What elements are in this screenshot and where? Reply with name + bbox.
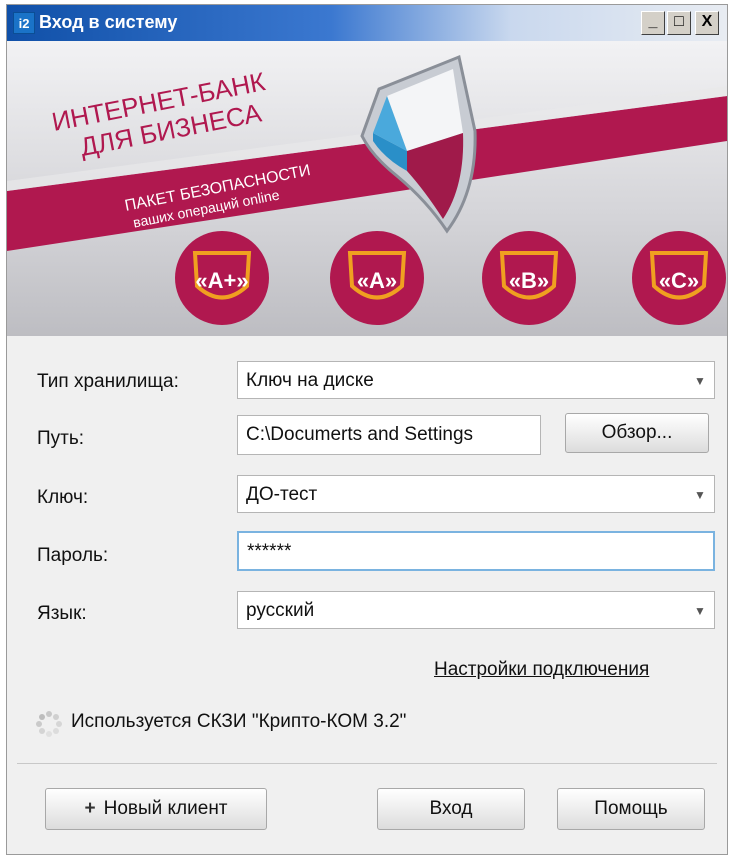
browse-button[interactable]: Обзор... bbox=[565, 413, 709, 453]
window-title: Вход в систему bbox=[39, 12, 178, 32]
badge-label: «A» bbox=[357, 268, 397, 293]
storage-type-select[interactable]: Ключ на диске ▼ bbox=[237, 361, 715, 399]
path-input[interactable]: C:\Documerts and Settings bbox=[237, 415, 541, 455]
security-badge-c: «C» bbox=[632, 231, 726, 325]
divider bbox=[17, 763, 717, 764]
password-label: Пароль: bbox=[37, 545, 109, 566]
close-button[interactable]: X bbox=[695, 11, 719, 35]
language-select[interactable]: русский ▼ bbox=[237, 591, 715, 629]
storage-type-label: Тип хранилища: bbox=[37, 371, 179, 392]
promo-banner: ИНТЕРНЕТ-БАНК ДЛЯ БИЗНЕСА ПАКЕТ БЕЗОПАСН… bbox=[7, 41, 727, 336]
title-bar[interactable]: i2 Вход в систему _ □ X bbox=[7, 5, 727, 41]
badge-label: «B» bbox=[509, 268, 549, 293]
help-button[interactable]: Помощь bbox=[557, 788, 705, 830]
badge-label: «C» bbox=[659, 268, 699, 293]
banner-artwork: ИНТЕРНЕТ-БАНК ДЛЯ БИЗНЕСА ПАКЕТ БЕЗОПАСН… bbox=[7, 54, 727, 325]
language-label: Язык: bbox=[37, 603, 87, 624]
password-value: ****** bbox=[247, 541, 292, 562]
path-value: C:\Documerts and Settings bbox=[246, 424, 474, 445]
security-badge-a: «A» bbox=[330, 231, 424, 325]
connection-settings-link[interactable]: Настройки подключения bbox=[434, 659, 649, 681]
crypto-status-text: Используется СКЗИ "Крипто-КОМ 3.2" bbox=[71, 711, 407, 732]
storage-type-value: Ключ на диске bbox=[246, 370, 374, 391]
key-value: ДО-тест bbox=[246, 484, 318, 505]
login-button[interactable]: Вход bbox=[377, 788, 525, 830]
shield-icon bbox=[360, 54, 477, 234]
minimize-button[interactable]: _ bbox=[641, 11, 665, 35]
security-badge-b: «B» bbox=[482, 231, 576, 325]
login-window: i2 Вход в систему _ □ X ИНТЕРНЕТ-БАНК ДЛ… bbox=[6, 4, 728, 855]
new-client-button[interactable]: + Новый клиент bbox=[45, 788, 267, 830]
security-badge-a-plus: «A+» bbox=[175, 231, 269, 325]
key-label: Ключ: bbox=[37, 487, 89, 508]
badge-label: «A+» bbox=[195, 268, 248, 293]
chevron-down-icon[interactable]: ▼ bbox=[694, 375, 706, 387]
app-icon: i2 bbox=[13, 12, 35, 34]
plus-icon: + bbox=[84, 798, 96, 819]
path-label: Путь: bbox=[37, 428, 85, 449]
maximize-button[interactable]: □ bbox=[667, 11, 691, 35]
key-select[interactable]: ДО-тест ▼ bbox=[237, 475, 715, 513]
chevron-down-icon[interactable]: ▼ bbox=[694, 605, 706, 617]
new-client-label: Новый клиент bbox=[103, 798, 228, 819]
password-field[interactable]: ****** bbox=[237, 531, 715, 571]
chevron-down-icon[interactable]: ▼ bbox=[694, 489, 706, 501]
language-value: русский bbox=[246, 600, 315, 621]
loading-spinner-icon bbox=[36, 711, 62, 737]
